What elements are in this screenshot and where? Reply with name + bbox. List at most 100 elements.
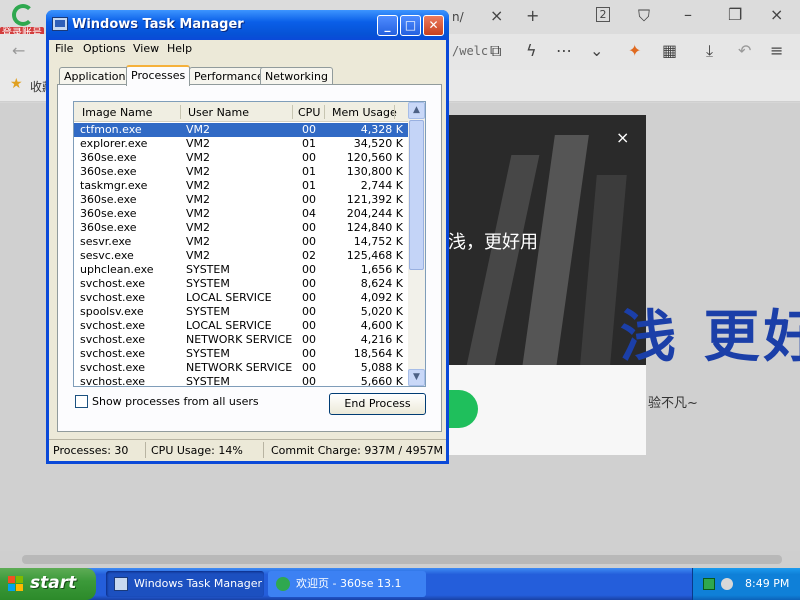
process-cpu: 01 — [302, 137, 316, 150]
process-mem: 5,020 K — [360, 305, 403, 318]
process-row[interactable]: ctfmon.exe VM2 00 4,328 K — [74, 123, 409, 137]
task-manager-titlebar[interactable]: Windows Task Manager _ □ ✕ — [46, 10, 449, 40]
tab-close-icon[interactable]: × — [490, 7, 503, 25]
back-icon[interactable]: ← — [12, 42, 25, 60]
process-row[interactable]: uphclean.exe SYSTEM 00 1,656 K — [74, 263, 409, 277]
clock[interactable]: 8:49 PM — [745, 577, 789, 590]
process-row[interactable]: explorer.exe VM2 01 34,520 K — [74, 137, 409, 151]
process-list[interactable]: Image Name User Name CPU Mem Usage ctfmo… — [73, 101, 426, 387]
process-name: svchost.exe — [80, 319, 146, 332]
column-mem-usage[interactable]: Mem Usage — [332, 106, 397, 119]
tab-performance[interactable]: Performance — [189, 67, 269, 85]
apps-grid-icon[interactable]: ▦ — [662, 42, 677, 60]
task-manager-app-icon[interactable] — [52, 17, 68, 31]
menu-file[interactable]: File — [55, 42, 73, 55]
process-cpu: 00 — [302, 263, 316, 276]
close-button[interactable]: ✕ — [423, 15, 444, 36]
process-list-scrollbar[interactable]: ▲ ▼ — [408, 102, 425, 386]
status-bar: Processes: 30 CPU Usage: 14% Commit Char… — [49, 439, 446, 459]
column-image-name[interactable]: Image Name — [82, 106, 152, 119]
scrollbar-thumb[interactable] — [22, 555, 782, 564]
process-row[interactable]: svchost.exe SYSTEM 00 5,660 K — [74, 375, 409, 387]
end-process-button[interactable]: End Process — [329, 393, 426, 415]
ad-headline: 浅 更好 — [620, 305, 800, 370]
start-button[interactable]: start — [0, 568, 96, 600]
translate-icon[interactable]: ⧉ — [490, 42, 501, 60]
process-row[interactable]: taskmgr.exe VM2 01 2,744 K — [74, 179, 409, 193]
process-row[interactable]: svchost.exe NETWORK SERVICE 00 5,088 K — [74, 361, 409, 375]
process-row[interactable]: 360se.exe VM2 00 124,840 K — [74, 221, 409, 235]
menu-icon[interactable]: ≡ — [770, 42, 783, 60]
menu-view[interactable]: View — [133, 42, 159, 55]
process-cpu: 01 — [302, 179, 316, 192]
process-row[interactable]: svchost.exe SYSTEM 00 8,624 K — [74, 277, 409, 291]
process-name: svchost.exe — [80, 333, 146, 346]
menu-help[interactable]: Help — [167, 42, 192, 55]
process-row[interactable]: spoolsv.exe SYSTEM 00 5,020 K — [74, 305, 409, 319]
ad-close-icon[interactable]: × — [616, 128, 629, 147]
process-mem: 121,392 K — [346, 193, 403, 206]
process-user: VM2 — [186, 235, 211, 248]
process-mem: 14,752 K — [353, 235, 403, 248]
scroll-up-icon[interactable]: ▲ — [408, 102, 425, 119]
browser-logo-icon[interactable] — [12, 4, 34, 26]
tray-network-icon[interactable] — [721, 578, 733, 590]
process-rows: ctfmon.exe VM2 00 4,328 Kexplorer.exe VM2 01 3… — [74, 123, 409, 387]
process-row[interactable]: svchost.exe LOCAL SERVICE 00 4,600 K — [74, 319, 409, 333]
ad-slogan: 浅，更好用 — [448, 232, 538, 253]
column-user-name[interactable]: User Name — [188, 106, 249, 119]
process-mem: 1,656 K — [360, 263, 403, 276]
new-tab-icon[interactable]: + — [526, 7, 539, 25]
lightning-icon[interactable]: ϟ — [526, 42, 537, 60]
menu-options[interactable]: Options — [83, 42, 125, 55]
more-icon[interactable]: ⋯ — [556, 42, 572, 60]
process-row[interactable]: svchost.exe NETWORK SERVICE 00 4,216 K — [74, 333, 409, 347]
game-icon[interactable]: ✦ — [628, 42, 641, 60]
process-name: uphclean.exe — [80, 263, 154, 276]
process-cpu: 00 — [302, 305, 316, 318]
download-icon[interactable]: ⤓ — [706, 42, 713, 60]
tab-applications[interactable]: Applications — [59, 67, 137, 85]
process-name: 360se.exe — [80, 151, 137, 164]
maximize-button[interactable]: □ — [400, 15, 421, 36]
process-row[interactable]: 360se.exe VM2 04 204,244 K — [74, 207, 409, 221]
taskbar-item-task-manager[interactable]: Windows Task Manager — [106, 571, 264, 597]
close-icon[interactable]: × — [770, 6, 783, 24]
tab-networking[interactable]: Networking — [260, 67, 333, 85]
show-all-users-checkbox[interactable] — [75, 395, 88, 408]
tab-processes[interactable]: Processes — [126, 65, 191, 86]
tray-monitor-icon[interactable] — [703, 578, 715, 590]
scroll-thumb[interactable] — [409, 120, 424, 270]
process-mem: 124,840 K — [346, 221, 403, 234]
tab-count-icon[interactable]: 2 — [596, 7, 610, 22]
show-all-users-label[interactable]: Show processes from all users — [92, 395, 259, 408]
process-row[interactable]: sesvc.exe VM2 02 125,468 K — [74, 249, 409, 263]
process-row[interactable]: sesvr.exe VM2 00 14,752 K — [74, 235, 409, 249]
process-row[interactable]: svchost.exe SYSTEM 00 18,564 K — [74, 347, 409, 361]
process-row[interactable]: 360se.exe VM2 00 121,392 K — [74, 193, 409, 207]
favorites-star-icon[interactable]: ★ — [10, 76, 23, 92]
taskbar-item-browser[interactable]: 欢迎页 - 360se 13.1 — [268, 571, 426, 597]
restore-icon[interactable]: ❐ — [728, 6, 742, 24]
undo-icon[interactable]: ↶ — [738, 42, 751, 60]
minimize-button[interactable]: _ — [377, 15, 398, 36]
task-manager-window: Windows Task Manager _ □ ✕ File Options … — [46, 10, 449, 464]
chevron-down-icon[interactable]: ⌄ — [590, 42, 603, 60]
page-horizontal-scrollbar[interactable] — [0, 551, 800, 568]
skin-icon[interactable]: ⛉ — [638, 7, 650, 25]
window-title: Windows Task Manager — [72, 17, 244, 32]
address-bar-text[interactable]: /welc — [452, 44, 488, 58]
process-user: VM2 — [186, 179, 211, 192]
tab-strip: Applications Processes Performance Netwo… — [49, 65, 446, 86]
process-name: svchost.exe — [80, 277, 146, 290]
process-mem: 130,800 K — [346, 165, 403, 178]
process-row[interactable]: 360se.exe VM2 01 130,800 K — [74, 165, 409, 179]
scroll-down-icon[interactable]: ▼ — [408, 369, 425, 386]
minimize-icon[interactable]: – — [684, 6, 692, 24]
column-cpu[interactable]: CPU — [298, 106, 320, 119]
browser-tab-title[interactable]: n/ — [452, 10, 464, 24]
process-row[interactable]: svchost.exe LOCAL SERVICE 00 4,092 K — [74, 291, 409, 305]
process-user: VM2 — [186, 165, 211, 178]
process-row[interactable]: 360se.exe VM2 00 120,560 K — [74, 151, 409, 165]
process-name: svchost.exe — [80, 375, 146, 387]
